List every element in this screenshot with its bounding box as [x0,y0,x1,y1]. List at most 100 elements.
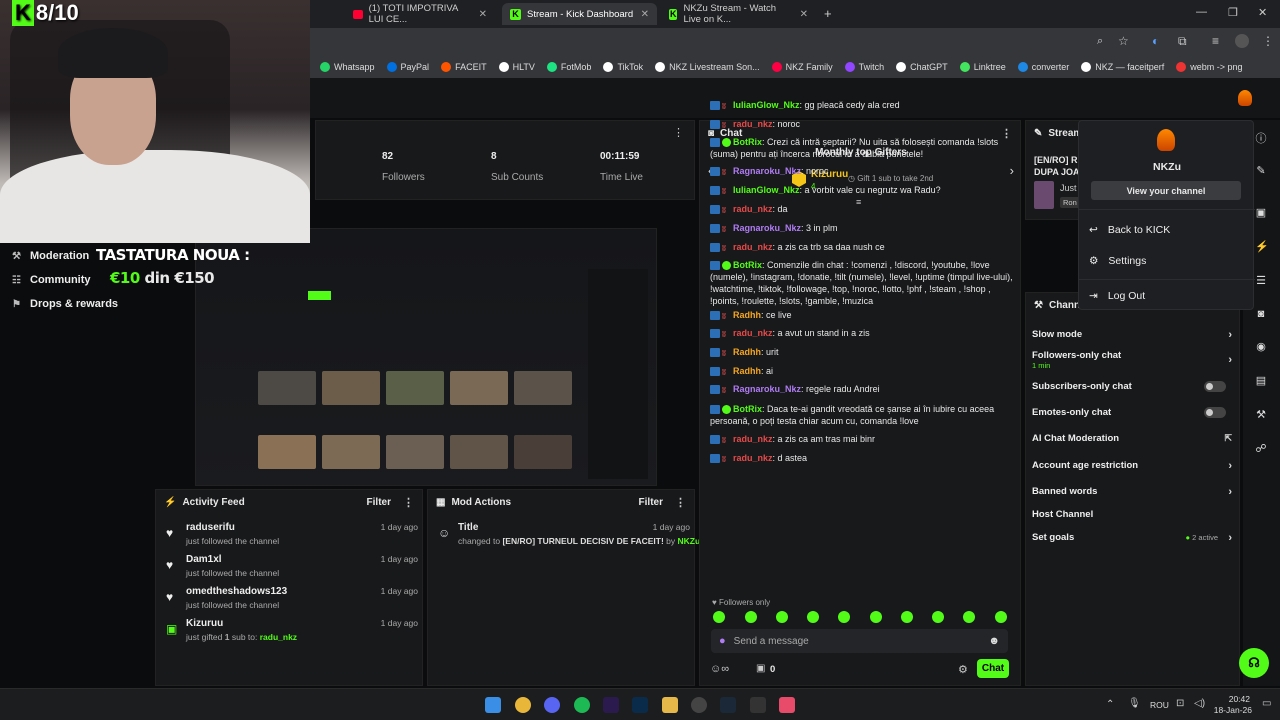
close-tab-icon[interactable]: ✕ [479,9,487,20]
more-options-icon[interactable]: ⋮ [673,126,684,139]
new-tab-icon[interactable]: + [824,6,832,21]
filter-button[interactable]: Filter [639,497,663,508]
network-icon[interactable]: ⊡ [1176,698,1184,709]
discord-icon[interactable] [544,697,560,713]
reading-list-icon[interactable]: ≡ [1212,34,1219,48]
clock-date[interactable]: 18-Jan-26 [1212,705,1252,715]
chat-username[interactable]: Ragnaroku_Nkz [733,384,801,394]
log-out-item[interactable]: ⇥ Log Out [1089,290,1145,302]
bookmark-item[interactable]: TikTok [603,62,643,72]
chat-username[interactable]: radu_nkz [733,204,773,214]
bookmark-item[interactable]: FACEIT [441,62,487,72]
chat-username[interactable]: Ragnaroku_Nkz [733,166,801,176]
bookmark-item[interactable]: NKZ Livestream Son... [655,62,760,72]
close-tab-icon[interactable]: ✕ [800,9,808,20]
emote-icon[interactable] [995,611,1007,623]
emote-icon[interactable] [713,611,725,623]
steam-icon[interactable] [720,697,736,713]
stream-preview[interactable] [195,228,657,486]
filter-button[interactable]: Filter [367,497,391,508]
emote-icon[interactable] [963,611,975,623]
mic-icon[interactable]: ● [719,635,726,647]
bookmark-item[interactable]: ChatGPT [896,62,948,72]
bookmark-item[interactable]: Linktree [959,62,1006,72]
maximize-icon[interactable]: ❐ [1228,6,1238,19]
tiktok-icon[interactable] [779,697,795,713]
activity-user[interactable]: Dam1xl [186,554,222,565]
close-window-icon[interactable]: ✕ [1258,6,1267,19]
bookmark-item[interactable]: converter [1017,62,1069,72]
help-button[interactable]: ☊ [1239,648,1269,678]
bookmark-item[interactable]: PayPal [386,62,429,72]
emotes-only-toggle[interactable] [1204,407,1226,418]
chat-username[interactable]: radu_nkz [733,242,773,252]
chat-username[interactable]: IulianGlow_Nkz [733,100,800,110]
chat-username[interactable]: BotRix [733,137,762,147]
close-tab-icon[interactable]: ✕ [641,9,649,20]
ai-moderation-row[interactable]: AI Chat Moderation ⇱ [1032,433,1232,444]
bookmark-item[interactable]: webm -> png [1176,62,1243,72]
broadcast-icon[interactable]: ◉ [1255,340,1267,353]
tab-nkzu-stream[interactable]: K NKZu Stream - Watch Live on K... ✕ [661,3,816,25]
bookmark-item[interactable]: FotMob [546,62,591,72]
chat-username[interactable]: Radhh [733,366,761,376]
profile-avatar[interactable] [1235,34,1249,48]
back-to-kick-item[interactable]: ↩ Back to KICK [1089,224,1170,236]
activity-user[interactable]: omedtheshadows123 [186,586,287,597]
host-channel-row[interactable]: Host Channel [1032,509,1232,520]
view-channel-button[interactable]: View your channel [1091,181,1241,200]
subscribers-only-toggle[interactable] [1204,381,1226,392]
more-menu-icon[interactable]: ⋮ [1262,34,1274,48]
layout-icon[interactable]: ▤ [1255,374,1267,387]
nav-drops-rewards[interactable]: ⚑ Drops & rewards [12,298,118,310]
bookmark-item[interactable]: HLTV [498,62,535,72]
activity-user[interactable]: Kizuruu [186,618,223,629]
chat-username[interactable]: Radhh [733,310,761,320]
tab-youtube[interactable]: (1) TOTI IMPOTRIVA LUI CE... ✕ [345,3,495,25]
tab-kick-dashboard[interactable]: K Stream - Kick Dashboard ✕ [502,3,657,25]
nav-community[interactable]: ☷ Community [12,274,91,286]
followers-only-row[interactable]: Followers-only chat 1 min › [1032,350,1232,370]
extension-icon[interactable]: ◐ [1152,34,1159,48]
faceit-icon[interactable] [750,697,766,713]
chat-username[interactable]: radu_nkz [733,328,773,338]
emoji-icon[interactable]: ☻ [988,635,1000,647]
banned-words-row[interactable]: Banned words › [1032,486,1232,498]
slow-mode-row[interactable]: Slow mode › [1032,329,1232,341]
notification-icon[interactable]: ▭ [1262,698,1271,709]
pencil-icon[interactable]: ✎ [1255,164,1267,177]
chat-username[interactable]: Ragnaroku_Nkz [733,223,801,233]
bookmark-item[interactable]: NKZ Family [771,62,833,72]
bookmark-item[interactable]: NKZ — faceitperf [1081,62,1164,72]
volume-icon[interactable]: ◁) [1194,698,1205,709]
lightning-icon[interactable]: ⚡ [1255,240,1269,253]
chrome-icon[interactable] [515,697,531,713]
photoshop-icon[interactable] [632,697,648,713]
hammer-icon[interactable]: ⚒ [1255,408,1267,421]
account-age-row[interactable]: Account age restriction › [1032,460,1232,472]
bookmark-star-icon[interactable]: ☆ [1118,34,1129,48]
extensions-puzzle-icon[interactable]: ⧉ [1178,34,1187,49]
more-options-icon[interactable]: ⋮ [675,496,686,509]
set-goals-row[interactable]: Set goals ● 2 active › [1032,532,1232,544]
microphone-icon[interactable]: 🎙 [1128,698,1141,709]
user-avatar[interactable] [1238,90,1252,106]
clock-time[interactable]: 20:42 [1214,694,1250,704]
obs-icon[interactable] [691,697,707,713]
list-icon[interactable]: ☰ [1255,274,1267,287]
emote-icon[interactable] [901,611,913,623]
users-icon[interactable]: ☍ [1255,442,1267,455]
minimize-icon[interactable]: — [1196,6,1207,18]
nav-moderation[interactable]: ⚒ Moderation [12,250,89,262]
info-icon[interactable]: ⓘ [1255,130,1267,145]
chat-icon[interactable]: ◙ [1255,308,1267,320]
settings-item[interactable]: ⚙ Settings [1089,255,1146,267]
start-icon[interactable] [485,697,501,713]
bookmark-item[interactable]: Twitch [844,62,884,72]
emote-icon[interactable] [776,611,788,623]
more-options-icon[interactable]: ⋮ [403,496,414,509]
send-chat-button[interactable]: Chat [977,659,1009,678]
chevron-up-icon[interactable]: ⌃ [1106,699,1114,710]
chat-username[interactable]: BotRix [733,260,762,270]
emote-picker-icon[interactable]: ☺∞ [710,663,729,675]
